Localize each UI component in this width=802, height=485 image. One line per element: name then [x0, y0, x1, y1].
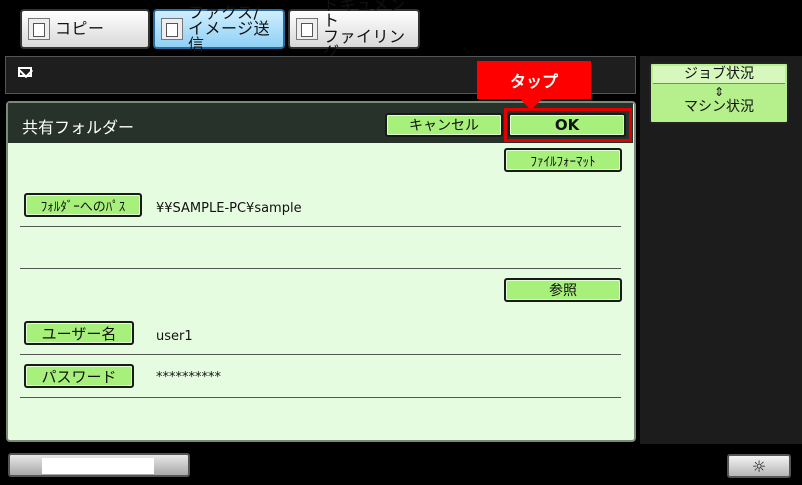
job-status-label: ジョブ状況: [653, 66, 785, 84]
fax-icon: [161, 18, 183, 40]
browse-button[interactable]: 参照: [504, 278, 622, 302]
tab-copy-label: コピー: [55, 19, 105, 38]
brightness-button[interactable]: ☼: [727, 454, 791, 478]
panel-title: 共有フォルダー: [22, 118, 135, 137]
progress-bar: [8, 453, 190, 477]
brightness-icon: ☼: [751, 456, 767, 476]
folder-path-button[interactable]: ﾌｫﾙﾀﾞｰへのﾊﾟｽ: [24, 193, 142, 217]
divider: [20, 397, 621, 398]
ok-highlight-frame: [504, 108, 632, 142]
password-button[interactable]: パスワード: [24, 364, 134, 388]
job-status-button[interactable]: ジョブ状況 ⇕ マシン状況: [649, 62, 789, 124]
machine-status-label: マシン状況: [684, 99, 754, 115]
file-format-button[interactable]: ﾌｧｲﾙﾌｫｰﾏｯﾄ: [504, 148, 622, 172]
envelope-icon: [18, 67, 32, 77]
username-value: user1: [156, 329, 193, 344]
tab-copy[interactable]: コピー: [20, 9, 150, 49]
toggle-arrows-icon: ⇕: [713, 85, 725, 99]
tab-document-filing[interactable]: ドキュメント ファイリング: [288, 0, 420, 61]
tab-filing-label: ドキュメント ファイリング: [323, 0, 406, 62]
document-filing-icon: [296, 18, 318, 40]
password-value: **********: [156, 370, 221, 385]
copy-icon: [28, 18, 50, 40]
divider: [20, 226, 621, 227]
folder-path-value: ¥¥SAMPLE-PC¥sample: [156, 201, 302, 216]
tap-callout: タップ: [477, 61, 591, 99]
cancel-button[interactable]: キャンセル: [385, 113, 503, 137]
tab-fax-label: ファクス/ イメージ送信: [188, 3, 271, 54]
divider: [20, 354, 621, 355]
divider: [20, 268, 621, 269]
progress-fill: [42, 458, 154, 474]
tab-fax-image-send[interactable]: ファクス/ イメージ送信: [153, 5, 285, 53]
username-button[interactable]: ユーザー名: [24, 321, 134, 345]
